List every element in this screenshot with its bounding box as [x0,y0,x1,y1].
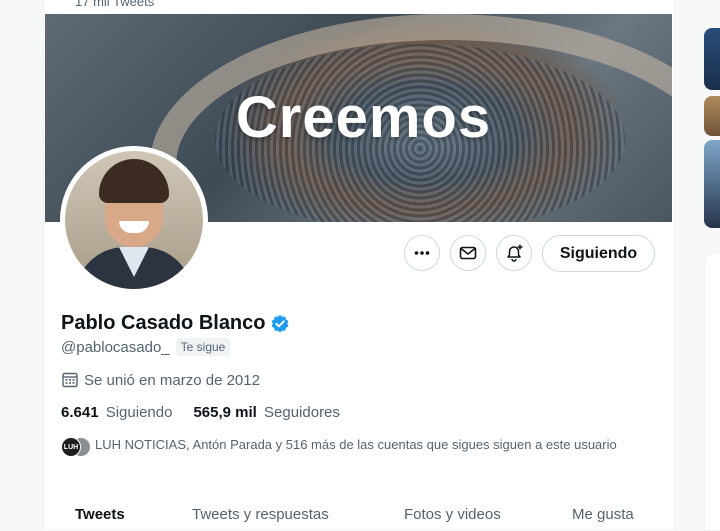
followers-count: 565,9 mil [193,404,257,421]
tweets-count: 17 mil Tweets [75,0,155,9]
joined-date-row: Se unió en marzo de 2012 [61,371,260,389]
following-count: 6.641 [61,404,99,421]
message-button[interactable] [450,235,486,271]
profile-name-row: Pablo Casado Blanco [61,312,290,335]
more-dots-icon [414,251,430,255]
follow-stats: 6.641 Siguiendo 565,9 mil Seguidores [61,404,361,421]
followers-you-know[interactable]: LUH LUH NOTICIAS, Antón Parada y 516 más… [61,436,641,457]
verified-badge-icon [271,314,288,332]
follows-you-badge: Te sigue [175,338,231,356]
bell-plus-icon [507,244,523,262]
following-stat[interactable]: 6.641 Siguiendo [61,404,172,421]
known-follower-avatars: LUH [61,437,93,457]
known-followers-text: LUH NOTICIAS, Antón Parada y 516 más de … [95,437,617,452]
avatar-photo [65,151,203,289]
profile-handle: @pablocasado_ [61,338,170,356]
banner-text: Creemos [235,85,492,150]
tab-media[interactable]: Fotos y videos [404,506,501,523]
sidebar-thumbnail[interactable] [704,96,720,136]
tab-tweets-replies[interactable]: Tweets y respuestas [192,506,329,523]
tab-tweets[interactable]: Tweets [75,506,125,523]
sidebar-card [704,252,720,531]
followers-label: Seguidores [264,404,340,421]
envelope-icon [459,246,477,260]
tab-likes[interactable]: Me gusta [572,506,634,523]
calendar-icon [62,372,78,388]
profile-tabs: Tweets Tweets y respuestas Fotos y video… [44,496,672,529]
profile-avatar[interactable] [60,146,208,294]
following-button[interactable]: Siguiendo [542,235,655,272]
joined-date: Se unió en marzo de 2012 [84,371,260,389]
profile-handle-row: @pablocasado_ Te sigue [61,338,231,356]
sidebar-thumbnail[interactable] [704,28,720,90]
sidebar-thumbnail[interactable] [704,140,720,228]
more-button[interactable] [404,235,440,271]
notify-button[interactable] [496,235,532,271]
known-follower-avatar: LUH [61,437,81,457]
followers-stat[interactable]: 565,9 mil Seguidores [193,404,339,421]
following-label: Siguiendo [105,404,173,421]
avatar-hair [99,159,169,203]
profile-name: Pablo Casado Blanco [61,312,266,334]
